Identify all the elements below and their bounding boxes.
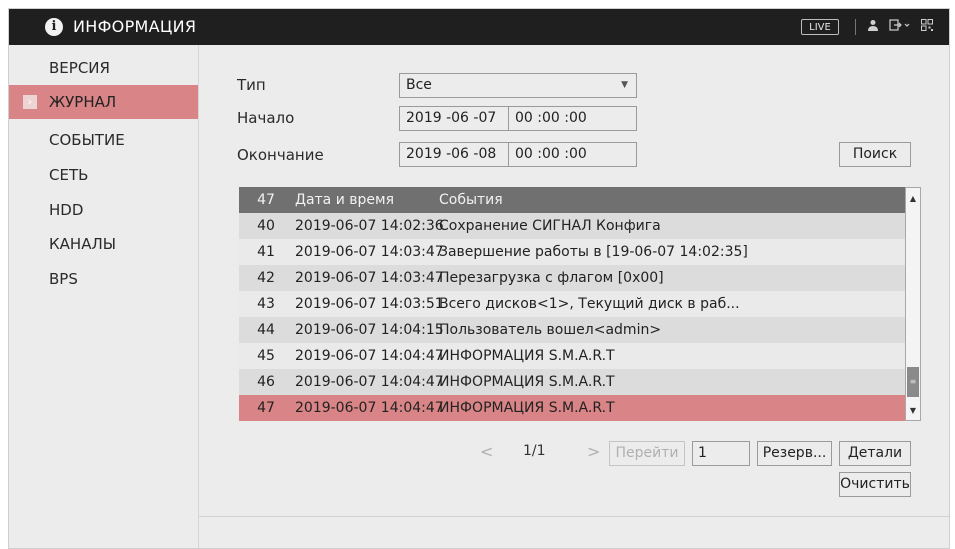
row-event: Всего дисков<1>, Текущий диск в раб... <box>439 296 740 312</box>
scroll-down-icon[interactable]: ▼ <box>906 404 920 418</box>
sidebar-item-log[interactable]: › ЖУРНАЛ <box>9 85 198 119</box>
row-number: 46 <box>257 374 275 390</box>
logout-icon[interactable] <box>889 19 911 35</box>
start-time-value: 00 :00 :00 <box>515 110 587 126</box>
row-event: ИНФОРМАЦИЯ S.M.A.R.T <box>439 374 615 390</box>
start-date-value: 2019 -06 -07 <box>406 110 497 126</box>
scroll-up-icon[interactable]: ▲ <box>906 192 920 206</box>
log-table: 47 Дата и время События 40 2019-06-07 14… <box>239 187 921 425</box>
field-divider <box>508 143 509 166</box>
sidebar-item-hdd[interactable]: HDD <box>9 193 198 227</box>
column-count: 47 <box>257 192 275 208</box>
row-datetime: 2019-06-07 14:03:47 <box>295 270 444 286</box>
sidebar-item-version[interactable]: ВЕРСИЯ <box>9 51 198 85</box>
chevron-right-icon: › <box>23 95 37 109</box>
sidebar-item-label: СЕТЬ <box>49 166 89 184</box>
table-row[interactable]: 44 2019-06-07 14:04:15 Пользователь воше… <box>239 317 905 343</box>
sidebar-item-network[interactable]: СЕТЬ <box>9 158 198 192</box>
top-bar: i ИНФОРМАЦИЯ LIVE <box>9 9 949 45</box>
goto-button[interactable]: Перейти <box>609 441 685 466</box>
page-info: 1/1 <box>523 443 546 459</box>
sidebar-item-label: BPS <box>49 270 78 288</box>
row-datetime: 2019-06-07 14:04:47 <box>295 348 444 364</box>
row-datetime: 2019-06-07 14:04:47 <box>295 400 444 416</box>
type-select-value: Все <box>406 77 432 93</box>
user-icon[interactable] <box>865 19 881 35</box>
row-event: ИНФОРМАЦИЯ S.M.A.R.T <box>439 348 615 364</box>
row-event: Завершение работы в [19-06-07 14:02:35] <box>439 244 748 260</box>
app-window: i ИНФОРМАЦИЯ LIVE ВЕРСИЯ › ЖУРНАЛ СОБЫТИ… <box>8 8 950 549</box>
end-datetime-field[interactable]: 2019 -06 -08 00 :00 :00 <box>399 142 637 167</box>
table-row[interactable]: 45 2019-06-07 14:04:47 ИНФОРМАЦИЯ S.M.A.… <box>239 343 905 369</box>
clear-button[interactable]: Очистить <box>839 472 911 497</box>
row-datetime: 2019-06-07 14:02:36 <box>295 218 444 234</box>
row-number: 40 <box>257 218 275 234</box>
details-button[interactable]: Детали <box>839 441 911 466</box>
sidebar-item-event[interactable]: СОБЫТИЕ <box>9 123 198 157</box>
scrollbar-thumb[interactable]: ≡ <box>907 367 919 397</box>
footer-divider <box>199 516 949 517</box>
row-number: 41 <box>257 244 275 260</box>
row-number: 42 <box>257 270 275 286</box>
table-row[interactable]: 43 2019-06-07 14:03:51 Всего дисков<1>, … <box>239 291 905 317</box>
column-events: События <box>439 192 503 208</box>
row-number: 45 <box>257 348 275 364</box>
row-datetime: 2019-06-07 14:03:47 <box>295 244 444 260</box>
row-datetime: 2019-06-07 14:04:47 <box>295 374 444 390</box>
next-page-button[interactable]: > <box>587 442 600 461</box>
end-label: Окончание <box>237 146 324 164</box>
table-row[interactable]: 46 2019-06-07 14:04:47 ИНФОРМАЦИЯ S.M.A.… <box>239 369 905 395</box>
table-row-selected[interactable]: 47 2019-06-07 14:04:47 ИНФОРМАЦИЯ S.M.A.… <box>239 395 905 421</box>
table-header: 47 Дата и время События <box>239 187 905 213</box>
qr-code-icon[interactable] <box>919 19 935 35</box>
sidebar-item-label: ЖУРНАЛ <box>49 93 117 111</box>
start-label: Начало <box>237 109 295 127</box>
page-number-input[interactable]: 1 <box>692 441 750 466</box>
row-event: Сохранение СИГНАЛ Конфига <box>439 218 661 234</box>
start-datetime-field[interactable]: 2019 -06 -07 00 :00 :00 <box>399 106 637 131</box>
end-time-value: 00 :00 :00 <box>515 146 587 162</box>
table-scrollbar[interactable]: ▲ ≡ ▼ <box>905 187 921 421</box>
sidebar-item-label: КАНАЛЫ <box>49 235 116 253</box>
field-divider <box>508 107 509 130</box>
type-label: Тип <box>237 76 266 94</box>
sidebar: ВЕРСИЯ › ЖУРНАЛ СОБЫТИЕ СЕТЬ HDD КАНАЛЫ … <box>9 45 199 548</box>
row-number: 44 <box>257 322 275 338</box>
table-row[interactable]: 41 2019-06-07 14:03:47 Завершение работы… <box>239 239 905 265</box>
row-event: ИНФОРМАЦИЯ S.M.A.R.T <box>439 400 615 416</box>
sidebar-item-label: ВЕРСИЯ <box>49 59 110 77</box>
sidebar-item-label: HDD <box>49 201 84 219</box>
row-number: 43 <box>257 296 275 312</box>
type-select[interactable]: Все ▼ <box>399 73 637 98</box>
info-icon: i <box>45 18 63 36</box>
live-button[interactable]: LIVE <box>801 19 839 35</box>
table-row[interactable]: 42 2019-06-07 14:03:47 Перезагрузка с фл… <box>239 265 905 291</box>
row-datetime: 2019-06-07 14:03:51 <box>295 296 444 312</box>
search-button[interactable]: Поиск <box>839 142 911 167</box>
row-number: 47 <box>257 400 275 416</box>
table-row[interactable]: 40 2019-06-07 14:02:36 Сохранение СИГНАЛ… <box>239 213 905 239</box>
sidebar-item-channels[interactable]: КАНАЛЫ <box>9 227 198 261</box>
backup-button[interactable]: Резерв... <box>757 441 832 466</box>
main-content: Тип Все ▼ Начало 2019 -06 -07 00 :00 :00… <box>199 45 949 548</box>
toolbar-divider <box>855 19 856 35</box>
row-event: Пользователь вошел<admin> <box>439 322 662 338</box>
prev-page-button[interactable]: < <box>480 442 493 461</box>
column-datetime: Дата и время <box>295 192 394 208</box>
chevron-down-icon: ▼ <box>621 80 628 90</box>
sidebar-item-label: СОБЫТИЕ <box>49 131 125 149</box>
row-event: Перезагрузка с флагом [0x00] <box>439 270 664 286</box>
end-date-value: 2019 -06 -08 <box>406 146 497 162</box>
sidebar-item-bps[interactable]: BPS <box>9 262 198 296</box>
page-title: ИНФОРМАЦИЯ <box>73 17 197 36</box>
row-datetime: 2019-06-07 14:04:15 <box>295 322 444 338</box>
